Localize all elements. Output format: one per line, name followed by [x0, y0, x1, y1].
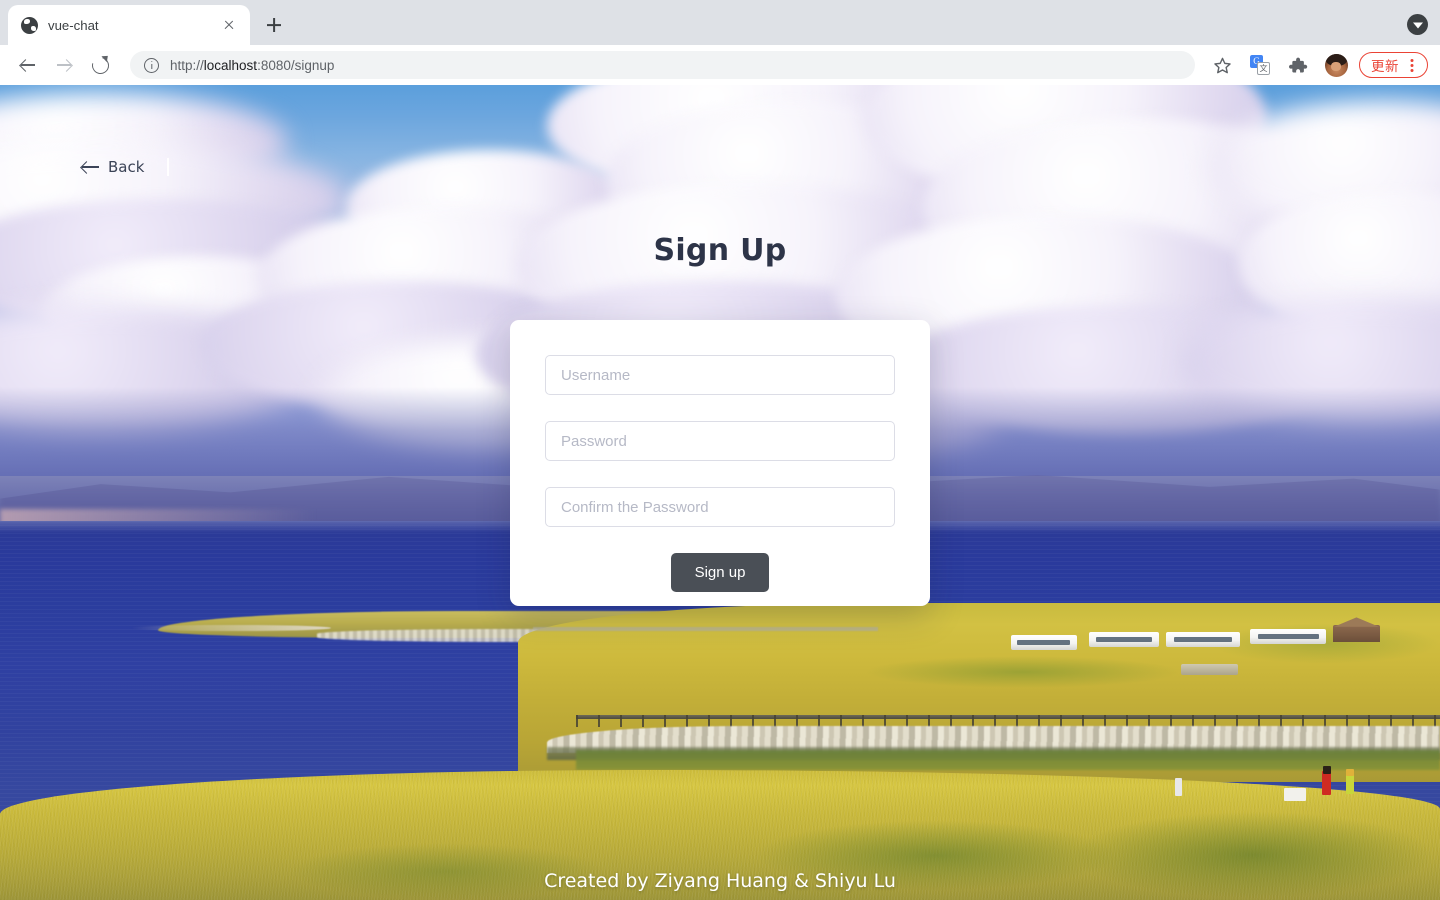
- globe-icon: [21, 16, 38, 34]
- browser-tab[interactable]: vue-chat: [8, 5, 250, 45]
- tab-title: vue-chat: [48, 17, 99, 33]
- arrow-left-icon[interactable]: [13, 50, 43, 80]
- password-input[interactable]: [545, 421, 895, 461]
- divider: [167, 158, 169, 176]
- person: [1175, 777, 1182, 797]
- bus: [1088, 631, 1160, 647]
- tab-strip: vue-chat: [0, 0, 1440, 45]
- avatar[interactable]: [1322, 51, 1350, 79]
- bus: [1010, 635, 1078, 651]
- kebab-menu-icon[interactable]: [1404, 56, 1420, 74]
- signup-card: Sign up: [510, 320, 930, 606]
- arrow-left-icon: [82, 160, 99, 174]
- browser-window: vue-chat http://localhost:8080/signup G …: [0, 0, 1440, 900]
- person-head: [1346, 768, 1354, 777]
- bus: [1166, 631, 1240, 647]
- puzzle-piece-icon[interactable]: [1284, 51, 1312, 79]
- hut: [1333, 624, 1380, 642]
- url-host: localhost: [203, 57, 258, 73]
- translate-target-glyph: 文: [1257, 62, 1270, 75]
- page-title: Sign Up: [653, 233, 787, 268]
- back-link[interactable]: Back: [82, 158, 169, 176]
- person-head: [1323, 766, 1332, 775]
- update-button-label: 更新: [1371, 59, 1399, 75]
- signup-button[interactable]: Sign up: [670, 553, 770, 592]
- bus: [1249, 629, 1327, 645]
- person: [1346, 772, 1354, 795]
- star-icon[interactable]: [1208, 51, 1236, 79]
- url-path: :8080/signup: [257, 57, 335, 73]
- info-circle-icon[interactable]: [144, 57, 159, 73]
- url-scheme: http://: [170, 57, 204, 73]
- close-icon[interactable]: [218, 14, 240, 36]
- back-link-label: Back: [108, 158, 145, 176]
- address-bar[interactable]: http://localhost:8080/signup: [130, 51, 1195, 79]
- reload-icon[interactable]: [85, 50, 115, 80]
- browser-toolbar: http://localhost:8080/signup G 文 更新: [0, 45, 1440, 85]
- person: [1321, 771, 1331, 795]
- google-translate-icon[interactable]: G 文: [1246, 51, 1274, 79]
- username-input[interactable]: [545, 355, 895, 395]
- plus-icon[interactable]: [260, 11, 288, 39]
- chevron-down-circle-icon[interactable]: [1407, 14, 1428, 35]
- page-content: Back Sign Up Sign up Created by Ziyang H…: [0, 85, 1440, 900]
- arrow-right-icon[interactable]: [49, 50, 79, 80]
- confirm-password-input[interactable]: [545, 487, 895, 527]
- update-button[interactable]: 更新: [1359, 52, 1428, 78]
- address-bar-url: http://localhost:8080/signup: [170, 58, 334, 73]
- footer-credit: Created by Ziyang Huang & Shiyu Lu: [544, 870, 896, 892]
